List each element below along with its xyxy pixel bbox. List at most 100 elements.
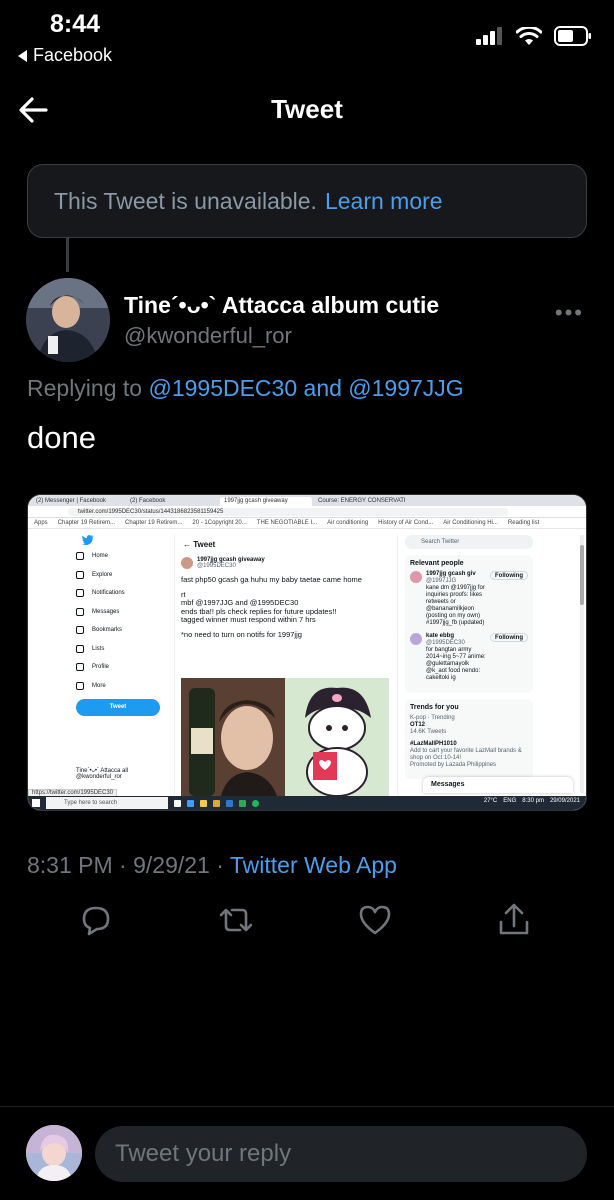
browser-tab: 1997jjg gcash giveaway <box>220 497 312 506</box>
taskbar-date: 29/09/2021 <box>549 798 580 804</box>
windows-logo-icon <box>32 799 40 807</box>
relevant-title: Relevant people <box>410 560 464 567</box>
following-button: Following <box>490 571 528 580</box>
embedded-tweet-column: ← Tweet 1997jjg gcash giveaway @1995DEC3… <box>174 535 398 796</box>
taskbar-app-icon <box>200 799 207 807</box>
more-options-icon[interactable]: ••• <box>555 300 584 326</box>
tweet-text: done <box>27 420 96 455</box>
nav-label: Lists <box>92 645 105 652</box>
embedded-post-header: 1997jjg gcash giveaway @1995DEC30 <box>181 557 265 569</box>
back-app-label: Facebook <box>33 45 113 65</box>
nav-label: Explore <box>92 571 113 578</box>
tweet-date: 9/29/21 <box>133 852 210 878</box>
mini-profile-handle: @kwonderful_ror <box>76 774 122 780</box>
bookmark: THE NEGOTIABLE I... <box>256 520 318 526</box>
and-text: and <box>303 375 342 401</box>
nav-more: More <box>76 677 186 696</box>
like-icon[interactable] <box>355 900 395 940</box>
hashtag-icon <box>76 570 84 579</box>
embedded-scroll-thumb <box>580 545 584 605</box>
embedded-photo-right <box>285 678 389 796</box>
relevant-person: 1997jjg gcash giv @1997JJG kane dm @1997… <box>410 571 528 627</box>
nav-label: Profile <box>92 664 110 671</box>
nav-notifications: Notifications <box>76 584 186 603</box>
relevant-person: kate ebbg @1995DEC30 for bangtan army 20… <box>410 633 528 682</box>
bell-icon <box>76 589 84 598</box>
taskbar-app-icon <box>187 799 194 807</box>
my-avatar[interactable] <box>26 1125 82 1181</box>
back-triangle-icon <box>18 49 27 62</box>
retweet-icon[interactable] <box>216 900 256 940</box>
trend-item: #LazMallPH1010 Add to cart your favorite… <box>410 741 528 769</box>
unavailable-text: This Tweet is unavailable. <box>54 187 317 214</box>
tweet-source-app[interactable]: Twitter Web App <box>230 852 397 878</box>
taskbar-lang: ENG <box>503 798 517 804</box>
page-title: Tweet <box>271 94 343 124</box>
bookmark: Chapter 19 Retirem... <box>125 520 183 526</box>
embedded-messages-bar: Messages <box>423 777 573 793</box>
mention-link[interactable]: @1997JJG <box>348 375 463 401</box>
nav-bookmarks: Bookmarks <box>76 621 186 640</box>
trend-meta: K-pop · Trending <box>410 715 455 721</box>
relevant-handle: @1997JJG <box>426 578 457 584</box>
trend-count: Add to cart your favorite LazMall brands… <box>410 748 522 761</box>
back-to-app-link[interactable]: Facebook <box>18 45 112 66</box>
nav-explore: Explore <box>76 566 186 585</box>
browser-tab: Course: ENERGY CONSERVATION <box>314 497 406 506</box>
following-button: Following <box>490 633 528 642</box>
tweet-image[interactable]: (2) Messenger | Facebook (2) Facebook 19… <box>27 494 587 811</box>
twitter-bird-icon <box>82 535 94 546</box>
bookmark: History of Air Cond... <box>378 520 434 526</box>
replying-prefix: Replying to <box>27 375 143 401</box>
trend-name: #LazMallPH1010 <box>410 741 457 747</box>
bookmark: Air Conditioning Hi... <box>443 520 498 526</box>
mention-link[interactable]: @1995DEC30 <box>148 375 297 401</box>
nav-label: Notifications <box>92 590 125 597</box>
taskbar-app-icon <box>213 799 220 807</box>
trend-count: 14.6K Tweets <box>410 729 447 735</box>
relevant-bio: for bangtan army 2014~ing 5~77 anime: @g… <box>426 647 486 681</box>
tweet-actions <box>0 900 614 944</box>
top-bar: Tweet <box>0 80 614 140</box>
nav-label: Bookmarks <box>92 627 123 634</box>
bookmark-icon <box>76 626 84 635</box>
author-handle[interactable]: @kwonderful_ror <box>124 323 292 349</box>
bookmark: Reading list <box>507 520 540 526</box>
signal-icon <box>476 27 502 45</box>
embedded-post-avatar <box>181 557 193 569</box>
nav-home: Home <box>76 547 186 566</box>
tweet-time: 8:31 PM <box>27 852 113 878</box>
avatar-photo <box>26 278 110 362</box>
bookmark: Apps <box>34 520 48 526</box>
list-icon <box>76 644 84 653</box>
nav-label: More <box>92 682 106 689</box>
nav-profile: Profile <box>76 658 186 677</box>
nav-lists: Lists <box>76 640 186 659</box>
post-line: *no need to turn on notifs for 1997jjg <box>181 629 302 639</box>
reply-input[interactable]: Tweet your reply <box>95 1126 587 1182</box>
relevant-people-box: Relevant people 1997jjg gcash giv @1997J… <box>405 555 533 693</box>
share-icon[interactable] <box>494 900 534 940</box>
home-icon <box>76 552 84 561</box>
trend-item: K-pop · Trending OT12 14.6K Tweets <box>410 715 528 736</box>
unavailable-tweet-notice: This Tweet is unavailable. Learn more <box>27 164 587 238</box>
bookmark: 20 - 1Copyright 20... <box>192 520 247 526</box>
status-bar: 8:44 Facebook <box>0 0 614 72</box>
embedded-post-handle: @1995DEC30 <box>197 563 236 569</box>
browser-tabs: (2) Messenger | Facebook (2) Facebook 19… <box>28 495 586 506</box>
bookmark: Chapter 19 Retirem... <box>57 520 116 526</box>
embedded-right-column: Search Twitter Relevant people 1997jjg g… <box>405 535 535 795</box>
author-avatar[interactable] <box>26 278 110 362</box>
nav-label: Messages <box>92 608 120 615</box>
taskbar-time: 8:30 pm <box>522 798 544 804</box>
browser-url: twitter.com/1995DEC30/status/14431868235… <box>68 508 508 516</box>
more-circle-icon <box>76 681 84 690</box>
twitter-sidebar: Home Explore Notifications Messages Book… <box>76 535 186 716</box>
status-icons <box>476 26 592 46</box>
learn-more-link[interactable]: Learn more <box>325 188 443 215</box>
reply-icon[interactable] <box>76 900 116 940</box>
author-name[interactable]: Tine´•ᴗ•` Attacca album cutie <box>124 292 439 319</box>
tweet-meta: 8:31 PM · 9/29/21 · Twitter Web App <box>27 852 397 879</box>
relevant-avatar <box>410 633 422 645</box>
embedded-post-text: fast php50 gcash ga huhu my baby taetae … <box>181 575 391 639</box>
